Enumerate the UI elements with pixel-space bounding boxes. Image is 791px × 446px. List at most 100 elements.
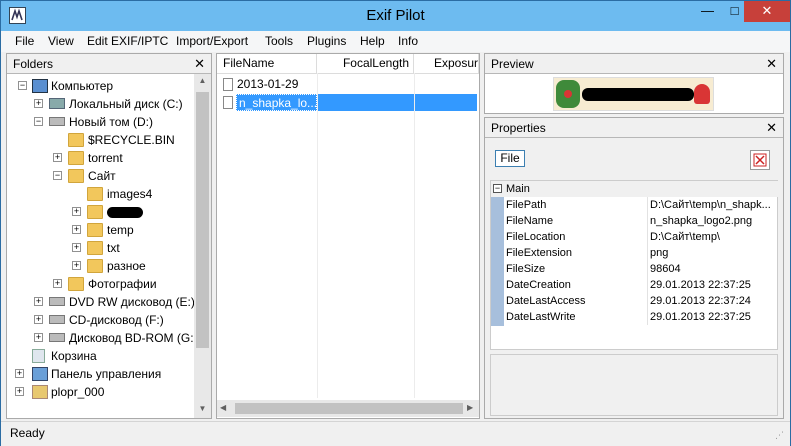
tree-item-cd-f[interactable]: + CD-дисковод (F:): [7, 311, 194, 329]
folders-title: Folders: [13, 57, 54, 71]
expand-icon[interactable]: +: [15, 387, 24, 396]
column-exposure[interactable]: Exposur: [414, 54, 479, 73]
files-hscrollbar[interactable]: ◀ ▶: [217, 400, 479, 417]
folders-scrollbar[interactable]: ▲ ▼: [194, 74, 211, 418]
tree-item-label: Компьютер: [51, 79, 114, 93]
expand-icon[interactable]: +: [72, 261, 81, 270]
property-row[interactable]: FilePath D:\Сайт\temp\n_shapk...: [491, 197, 779, 213]
hscroll-thumb[interactable]: [235, 403, 463, 414]
tree-item-redacted[interactable]: +: [7, 203, 194, 221]
tab-file[interactable]: File: [495, 150, 525, 167]
expand-icon[interactable]: +: [72, 243, 81, 252]
files-panel: FileName FocalLength Exposur 2013-01-29 …: [216, 53, 480, 419]
tree-item-label: CD-дисковод (F:): [69, 313, 164, 327]
file-row[interactable]: n_shapka_lo...: [221, 94, 317, 111]
tree-item-recycle-bin-folder[interactable]: $RECYCLE.BIN: [7, 131, 194, 149]
ornament-icon: [564, 90, 572, 98]
tree-item-dvd-e[interactable]: + DVD RW дисковод (E:): [7, 293, 195, 311]
property-key: FileLocation: [506, 231, 566, 243]
tree-item-label: temp: [107, 223, 134, 237]
folder-icon: [87, 205, 103, 219]
tree-item-computer[interactable]: − Компьютер: [7, 77, 194, 95]
tree-item-txt[interactable]: + txt: [7, 239, 194, 257]
tree-item-label: разное: [107, 259, 146, 273]
menu-view[interactable]: View: [48, 34, 74, 48]
property-row[interactable]: FileName n_shapka_logo2.png: [491, 213, 779, 229]
expand-icon[interactable]: +: [53, 279, 62, 288]
tree-item-label: DVD RW дисковод (E:): [69, 295, 195, 309]
scroll-left-icon[interactable]: ◀: [220, 403, 226, 412]
tree-item-torrent[interactable]: + torrent: [7, 149, 194, 167]
group-main[interactable]: − Main: [491, 181, 779, 197]
property-row[interactable]: FileLocation D:\Сайт\temp\: [491, 229, 779, 245]
close-properties-icon[interactable]: ✕: [766, 118, 777, 138]
close-window-button[interactable]: ✕: [744, 1, 790, 22]
menu-edit-exif-iptc[interactable]: Edit EXIF/IPTC: [87, 34, 168, 48]
expand-icon[interactable]: +: [34, 333, 43, 342]
property-value: D:\Сайт\temp\n_shapk...: [650, 199, 771, 211]
tree-item-recycle-bin[interactable]: Корзина: [7, 347, 194, 365]
menu-file[interactable]: File: [15, 34, 34, 48]
title-bar[interactable]: Exif Pilot — □ ✕: [1, 1, 790, 31]
redacted-label: [107, 207, 143, 218]
menu-info[interactable]: Info: [398, 34, 418, 48]
tree-item-temp[interactable]: + temp: [7, 221, 194, 239]
window-title: Exif Pilot: [366, 7, 425, 24]
tree-item-photos[interactable]: + Фотографии: [7, 275, 194, 293]
property-row[interactable]: FileSize 98604: [491, 261, 779, 277]
property-row[interactable]: FileExtension png: [491, 245, 779, 261]
resize-grip-icon[interactable]: ⋰: [775, 430, 784, 441]
collapse-group-icon[interactable]: −: [493, 184, 502, 193]
property-value: 98604: [650, 263, 681, 275]
expand-icon[interactable]: +: [34, 315, 43, 324]
property-key: FileExtension: [506, 247, 573, 259]
scroll-right-icon[interactable]: ▶: [467, 403, 473, 412]
delete-exif-button[interactable]: [750, 150, 770, 170]
file-icon: [223, 78, 233, 91]
tree-item-bd-g[interactable]: + Дисковод BD-ROM (G:: [7, 329, 194, 347]
collapse-icon[interactable]: −: [34, 117, 43, 126]
tree-item-drive-d[interactable]: − Новый том (D:): [7, 113, 194, 131]
column-filename[interactable]: FileName: [217, 54, 317, 73]
collapse-icon[interactable]: −: [53, 171, 62, 180]
tree-item-label: torrent: [88, 151, 123, 165]
menu-help[interactable]: Help: [360, 34, 385, 48]
column-focal-length[interactable]: FocalLength: [317, 54, 414, 73]
drive-icon: [49, 117, 65, 126]
expand-icon[interactable]: +: [15, 369, 24, 378]
menu-tools[interactable]: Tools: [265, 34, 293, 48]
property-row[interactable]: DateLastWrite 29.01.2013 22:37:25: [491, 309, 779, 325]
close-preview-icon[interactable]: ✕: [766, 54, 777, 74]
group-label: Main: [506, 183, 530, 195]
tree-item-images4[interactable]: images4: [7, 185, 194, 203]
scrollbar-thumb[interactable]: [196, 92, 209, 348]
control-panel-icon: [32, 367, 48, 381]
tree-item-local-disk-c[interactable]: + Локальный диск (C:): [7, 95, 194, 113]
tree-item-label: Новый том (D:): [69, 115, 153, 129]
close-folders-icon[interactable]: ✕: [194, 54, 205, 74]
folder-icon: [87, 259, 103, 273]
scroll-up-icon[interactable]: ▲: [194, 76, 211, 85]
expand-icon[interactable]: +: [53, 153, 62, 162]
column-divider: [317, 73, 318, 398]
property-row[interactable]: DateLastAccess 29.01.2013 22:37:24: [491, 293, 779, 309]
menu-import-export[interactable]: Import/Export: [176, 34, 248, 48]
expand-icon[interactable]: +: [34, 297, 43, 306]
tree-item-user[interactable]: + plopr_000: [7, 383, 194, 401]
expand-icon[interactable]: +: [34, 99, 43, 108]
collapse-icon[interactable]: −: [18, 81, 27, 90]
expand-icon[interactable]: +: [72, 207, 81, 216]
tree-item-label: Фотографии: [88, 277, 157, 291]
property-row[interactable]: DateCreation 29.01.2013 22:37:25: [491, 277, 779, 293]
folder-icon: [87, 241, 103, 255]
tree-item-misc[interactable]: + разное: [7, 257, 194, 275]
minimize-button[interactable]: —: [694, 1, 721, 22]
menu-plugins[interactable]: Plugins: [307, 34, 346, 48]
expand-icon[interactable]: +: [72, 225, 81, 234]
tree-item-site[interactable]: − Сайт: [7, 167, 194, 185]
property-key: DateCreation: [506, 279, 571, 291]
tree-item-control-panel[interactable]: + Панель управления: [7, 365, 194, 383]
scroll-down-icon[interactable]: ▼: [194, 404, 211, 413]
santa-hat-icon: [694, 84, 710, 104]
file-row[interactable]: 2013-01-29 2...: [221, 76, 317, 108]
